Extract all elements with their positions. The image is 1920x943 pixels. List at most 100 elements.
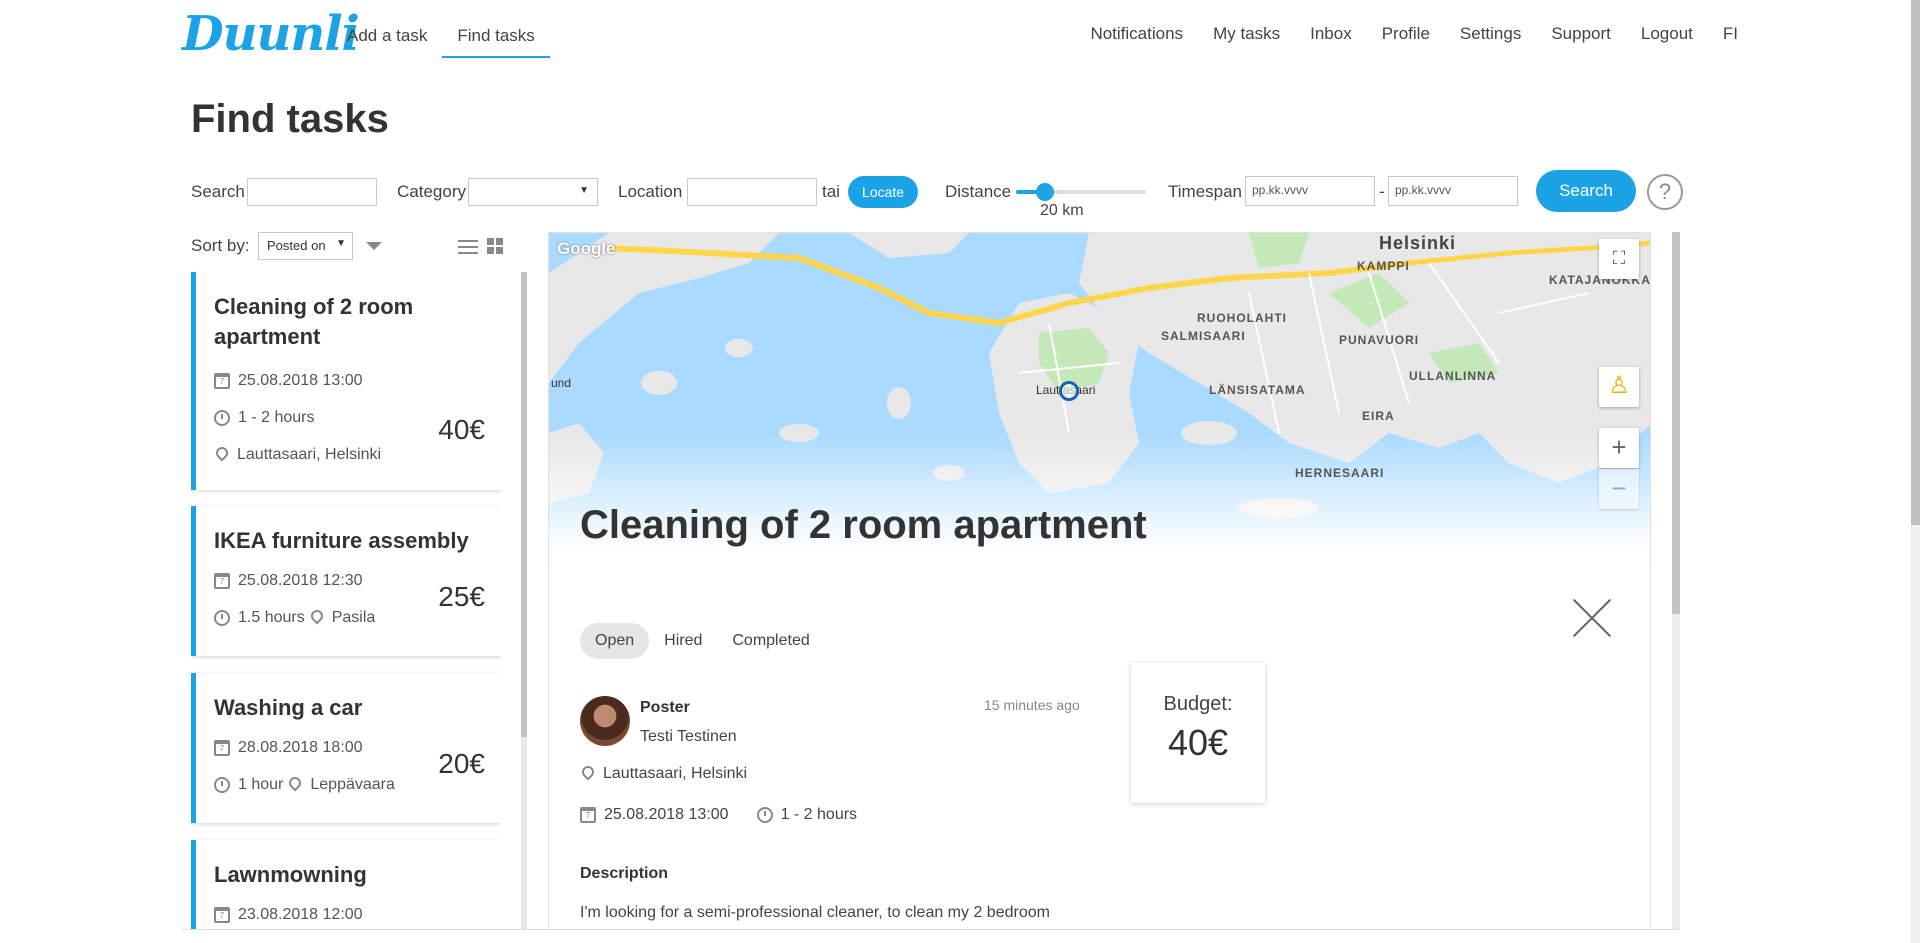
task-title: Cleaning of 2 room apartment bbox=[214, 294, 414, 349]
sort-direction-icon[interactable] bbox=[366, 242, 382, 250]
nav-settings[interactable]: Settings bbox=[1460, 24, 1521, 44]
task-duration: 1.5 hours bbox=[238, 608, 305, 626]
nav-support[interactable]: Support bbox=[1551, 24, 1611, 44]
task-duration: 1 - 2 hours bbox=[238, 408, 315, 426]
fullscreen-icon[interactable]: ⛶ bbox=[1599, 239, 1639, 279]
map-label-punavuori: PUNAVUORI bbox=[1339, 333, 1420, 347]
task-card[interactable]: IKEA furniture assembly 7 25.08.2018 12:3… bbox=[191, 506, 501, 656]
search-label: Search bbox=[191, 182, 245, 201]
category-label: Category bbox=[397, 182, 466, 201]
task-price: 20€ bbox=[438, 748, 485, 779]
date-separator: - bbox=[1379, 182, 1385, 201]
scrollbar-thumb[interactable] bbox=[1672, 232, 1680, 614]
scrollbar-thumb[interactable] bbox=[521, 272, 527, 737]
task-card[interactable]: Lawnmowning 7 23.08.2018 12:00 bbox=[191, 840, 501, 930]
task-list: Cleaning of 2 room apartment 7 25.08.2018… bbox=[191, 272, 501, 930]
clock-icon bbox=[756, 807, 773, 823]
window-scrollbar[interactable] bbox=[1911, 0, 1920, 943]
help-icon[interactable]: ? bbox=[1647, 174, 1683, 210]
task-date: 23.08.2018 12:00 bbox=[238, 905, 363, 923]
clock-icon bbox=[214, 409, 230, 426]
avatar[interactable] bbox=[580, 696, 630, 746]
tab-completed[interactable]: Completed bbox=[717, 623, 824, 659]
distance-slider-handle[interactable] bbox=[1035, 183, 1054, 201]
language-switch[interactable]: FI bbox=[1723, 24, 1738, 44]
chevron-down-icon: ▼ bbox=[336, 238, 346, 249]
detail-date: 25.08.2018 13:00 bbox=[604, 806, 729, 823]
date-to-input[interactable]: pp.kk.vvvv bbox=[1388, 176, 1518, 206]
budget-label: Budget: bbox=[1163, 693, 1233, 715]
distance-value: 20 km bbox=[1040, 202, 1084, 219]
detail-scrollbar[interactable] bbox=[1672, 232, 1680, 930]
map-label-kamppi: KAMPPI bbox=[1357, 259, 1410, 273]
location-pin-icon bbox=[286, 774, 304, 791]
location-pin-icon bbox=[213, 444, 231, 461]
task-title: Lawnmowning bbox=[214, 862, 367, 887]
budget-value: 40€ bbox=[1167, 722, 1229, 763]
map-label-helsinki: Helsinki bbox=[1379, 233, 1457, 253]
tab-hired[interactable]: Hired bbox=[649, 623, 717, 659]
budget-box: Budget: 40€ bbox=[1131, 663, 1265, 803]
nav-add-task[interactable]: Add a task bbox=[332, 0, 442, 58]
task-card[interactable]: Cleaning of 2 room apartment 7 25.08.2018… bbox=[191, 272, 501, 490]
location-pin-icon bbox=[579, 763, 597, 781]
nav-inbox[interactable]: Inbox bbox=[1310, 24, 1352, 44]
divider bbox=[182, 929, 1680, 930]
poster-label: Poster bbox=[640, 699, 690, 716]
task-location: Leppävaara bbox=[310, 775, 395, 793]
poster-name[interactable]: Testi Testinen bbox=[640, 728, 737, 746]
list-view-icon[interactable] bbox=[458, 240, 478, 258]
location-input[interactable] bbox=[687, 178, 817, 206]
grid-view-icon[interactable] bbox=[487, 238, 503, 254]
search-input[interactable] bbox=[247, 178, 377, 206]
clock-icon bbox=[214, 776, 230, 793]
location-pin-icon bbox=[308, 607, 326, 624]
task-list-scrollbar[interactable] bbox=[521, 272, 527, 930]
task-card[interactable]: Washing a car 7 28.08.2018 18:00 1 hour Le… bbox=[191, 673, 501, 823]
task-date: 25.08.2018 12:30 bbox=[238, 571, 363, 589]
map-label-ruoholahti: RUOHOLAHTI bbox=[1197, 311, 1287, 325]
map-label-partial: und bbox=[551, 376, 572, 390]
task-title: IKEA furniture assembly bbox=[214, 528, 469, 553]
description-title: Description bbox=[580, 865, 669, 882]
calendar-icon: 7 bbox=[214, 739, 230, 756]
map-label-lansisatama: LÄNSISATAMA bbox=[1209, 383, 1306, 397]
task-date: 28.08.2018 18:00 bbox=[238, 738, 363, 756]
nav-find-tasks[interactable]: Find tasks bbox=[442, 0, 550, 58]
detail-duration: 1 - 2 hours bbox=[780, 806, 858, 823]
nav-notifications[interactable]: Notifications bbox=[1090, 24, 1183, 44]
task-title: Washing a car bbox=[214, 695, 363, 720]
zoom-out-button[interactable]: − bbox=[1599, 469, 1639, 509]
locate-button[interactable]: Locate bbox=[848, 176, 918, 208]
task-detail-title: Cleaning of 2 room apartment bbox=[580, 503, 1147, 547]
sort-select[interactable]: Posted on ▼ bbox=[258, 232, 353, 260]
calendar-icon: 7 bbox=[214, 906, 230, 923]
description-text: I'm looking for a semi-professional clea… bbox=[580, 904, 1050, 929]
task-price: 40€ bbox=[438, 414, 485, 445]
detail-location: Lauttasaari, Helsinki bbox=[579, 763, 748, 783]
nav-logout[interactable]: Logout bbox=[1641, 24, 1693, 44]
task-location-marker[interactable] bbox=[1059, 381, 1079, 401]
scrollbar-thumb[interactable] bbox=[1911, 0, 1920, 525]
sort-label: Sort by: bbox=[191, 236, 250, 255]
posted-time: 15 minutes ago bbox=[984, 697, 1080, 713]
distance-label: Distance bbox=[945, 182, 1012, 201]
nav-my-tasks[interactable]: My tasks bbox=[1213, 24, 1280, 44]
task-detail-panel: Google Helsinki KAMPPI KATAJANOKKA RUOHO… bbox=[548, 232, 1651, 930]
close-icon[interactable] bbox=[1572, 598, 1612, 638]
chevron-down-icon: ▼ bbox=[579, 185, 589, 196]
nav-profile[interactable]: Profile bbox=[1382, 24, 1430, 44]
tab-open[interactable]: Open bbox=[580, 623, 650, 659]
main-nav: Add a task Find tasks bbox=[332, 0, 550, 58]
search-button[interactable]: Search bbox=[1536, 170, 1636, 212]
sort-value: Posted on bbox=[267, 238, 326, 253]
zoom-in-button[interactable]: + bbox=[1599, 428, 1639, 468]
street-view-pegman-icon[interactable]: ♙ bbox=[1599, 367, 1639, 407]
detail-meta: 7 25.08.2018 13:00 1 - 2 hours bbox=[580, 806, 857, 824]
category-select[interactable]: ▼ bbox=[468, 178, 598, 206]
date-from-input[interactable]: pp.kk.vvvv bbox=[1245, 176, 1375, 206]
page-title: Find tasks bbox=[191, 97, 389, 141]
detail-location-text: Lauttasaari, Helsinki bbox=[603, 765, 748, 782]
calendar-icon: 7 bbox=[214, 572, 230, 589]
task-date: 25.08.2018 13:00 bbox=[238, 371, 363, 389]
